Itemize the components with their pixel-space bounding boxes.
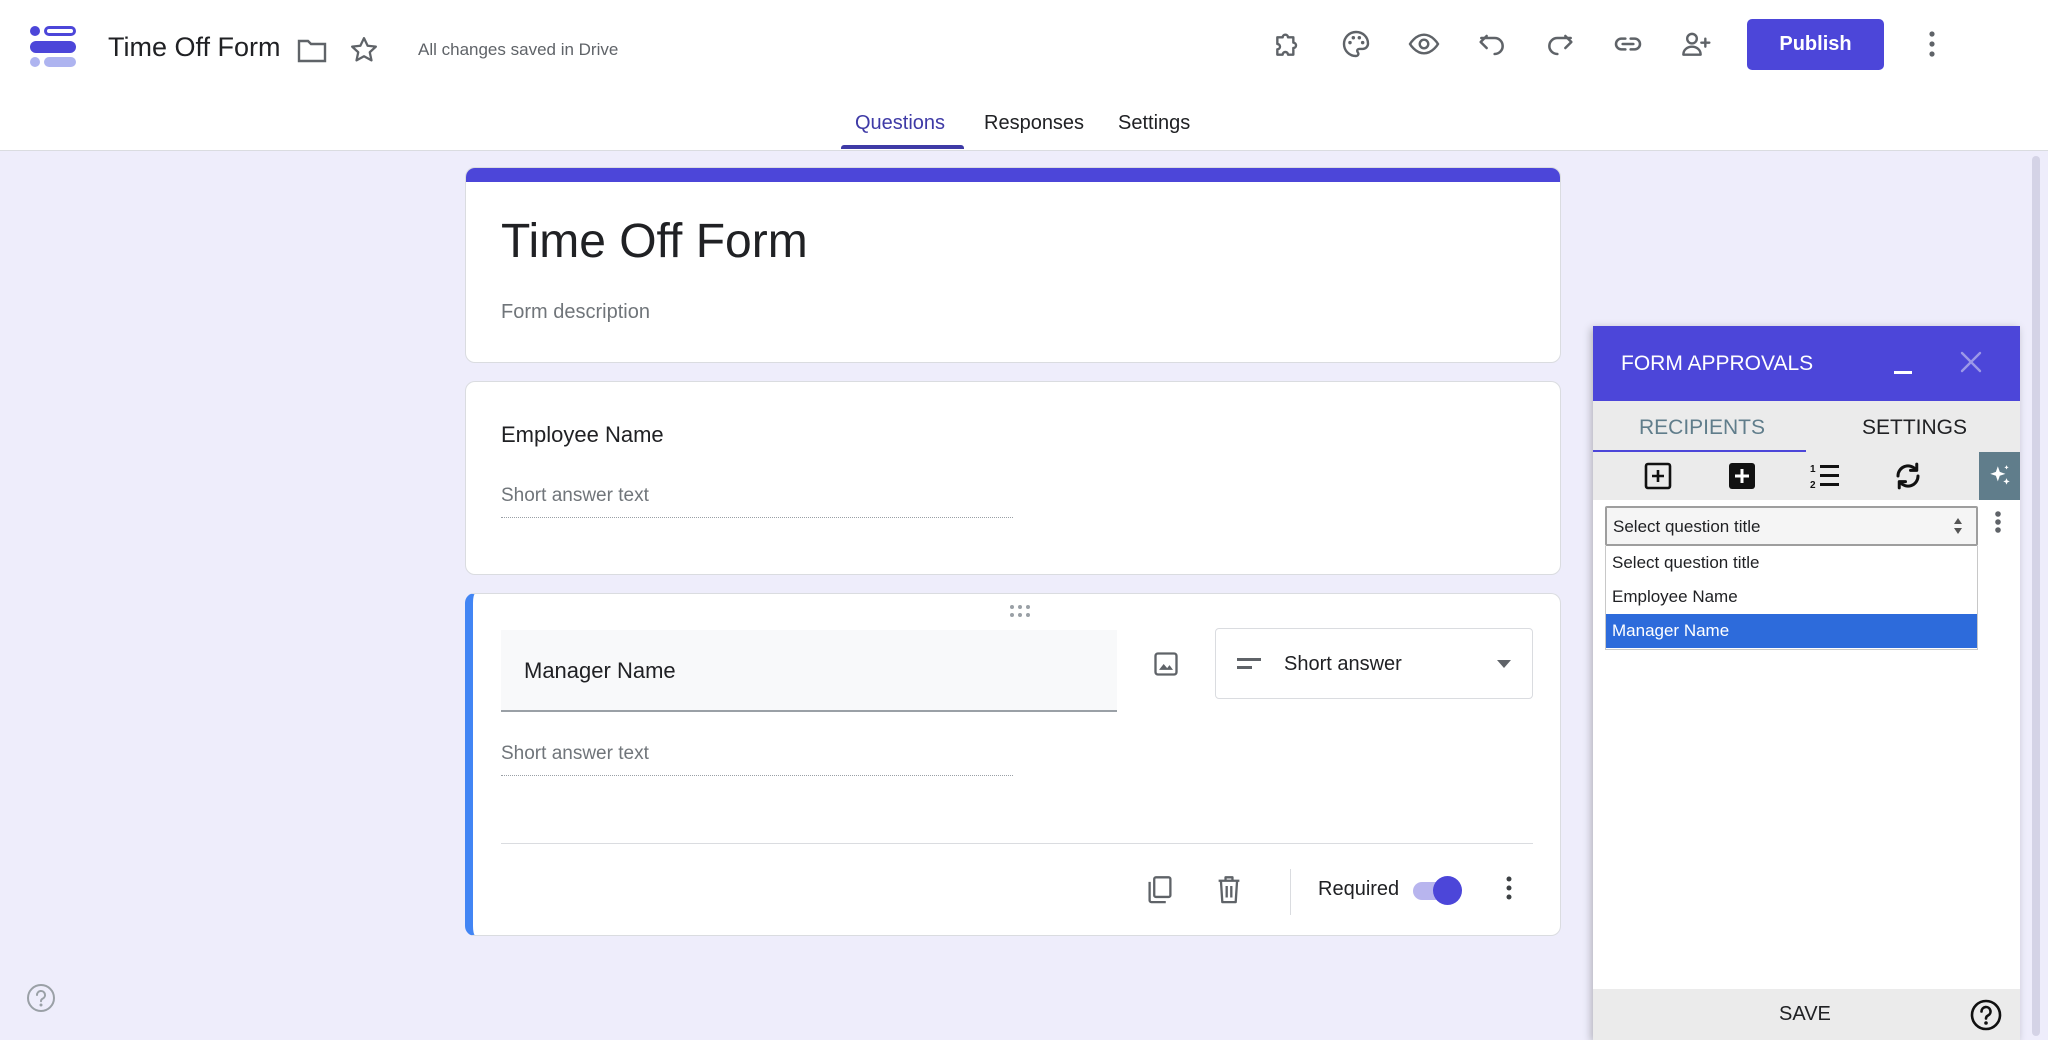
select-value: Select question title bbox=[1613, 517, 1761, 536]
question-type-dropdown[interactable]: Short answer bbox=[1215, 628, 1533, 699]
panel-title: FORM APPROVALS bbox=[1621, 352, 1814, 375]
dropdown-arrow-icon bbox=[1497, 660, 1511, 668]
add-recipient-filled-icon[interactable] bbox=[1725, 459, 1759, 493]
delete-trash-icon[interactable] bbox=[1209, 870, 1249, 910]
panel-footer: SAVE bbox=[1593, 989, 2020, 1040]
short-answer-icon bbox=[1237, 658, 1261, 669]
answer-underline bbox=[501, 775, 1013, 776]
add-recipient-outline-icon[interactable] bbox=[1641, 459, 1675, 493]
answer-placeholder: Short answer text bbox=[501, 485, 649, 506]
answer-placeholder: Short answer text bbox=[501, 743, 649, 764]
tab-questions[interactable]: Questions bbox=[855, 112, 945, 135]
duplicate-icon[interactable] bbox=[1140, 870, 1180, 910]
question-title-input[interactable]: Manager Name bbox=[501, 630, 1117, 712]
select-arrows-icon bbox=[1954, 518, 1962, 534]
form-tabs: Questions Responses Settings bbox=[0, 110, 2048, 150]
footer-divider bbox=[501, 843, 1533, 844]
addons-puzzle-icon[interactable] bbox=[1268, 24, 1308, 64]
undo-icon[interactable] bbox=[1472, 24, 1512, 64]
help-icon[interactable] bbox=[1970, 999, 2002, 1031]
add-image-icon[interactable] bbox=[1146, 644, 1186, 684]
answer-underline bbox=[501, 517, 1013, 518]
svg-text:1: 1 bbox=[1810, 464, 1816, 475]
redo-icon[interactable] bbox=[1540, 24, 1580, 64]
add-collaborator-icon[interactable] bbox=[1676, 24, 1716, 64]
required-toggle[interactable] bbox=[1433, 876, 1462, 905]
question-card-employee-name[interactable]: Employee Name Short answer text bbox=[465, 381, 1561, 575]
close-icon[interactable] bbox=[1951, 342, 1991, 382]
page-scrollbar[interactable] bbox=[2032, 156, 2040, 1036]
panel-tab-recipients[interactable]: RECIPIENTS bbox=[1639, 416, 1765, 440]
publish-button[interactable]: Publish bbox=[1747, 19, 1884, 70]
question-options-list: Select question title Employee Name Mana… bbox=[1605, 546, 1978, 650]
form-approvals-panel: FORM APPROVALS RECIPIENTS SETTINGS 12 Se… bbox=[1593, 326, 2020, 1040]
question-title: Manager Name bbox=[524, 658, 676, 683]
form-title[interactable]: Time Off Form bbox=[501, 214, 808, 269]
panel-tab-settings[interactable]: SETTINGS bbox=[1862, 416, 1967, 440]
accent-bar bbox=[466, 168, 1560, 182]
active-tab-indicator bbox=[841, 145, 964, 149]
star-icon[interactable] bbox=[344, 30, 384, 70]
required-label: Required bbox=[1318, 878, 1400, 900]
question-title[interactable]: Employee Name bbox=[501, 422, 664, 448]
save-button[interactable]: SAVE bbox=[1779, 1003, 1831, 1026]
forms-logo-icon[interactable] bbox=[28, 24, 78, 70]
document-title[interactable]: Time Off Form bbox=[108, 32, 281, 63]
form-description-field[interactable]: Form description bbox=[501, 301, 650, 324]
refresh-icon[interactable] bbox=[1891, 459, 1925, 493]
tab-responses[interactable]: Responses bbox=[984, 112, 1084, 135]
select-more-icon[interactable] bbox=[1987, 508, 2009, 540]
form-title-card[interactable]: Time Off Form Form description bbox=[465, 167, 1561, 363]
footer-vertical-divider bbox=[1290, 869, 1291, 915]
preview-eye-icon[interactable] bbox=[1404, 24, 1444, 64]
svg-text:2: 2 bbox=[1810, 480, 1816, 490]
tab-settings[interactable]: Settings bbox=[1118, 112, 1190, 135]
panel-tabs: RECIPIENTS SETTINGS bbox=[1593, 401, 2020, 452]
drag-handle-icon[interactable] bbox=[1008, 604, 1032, 618]
option-employee-name[interactable]: Employee Name bbox=[1606, 580, 1977, 614]
panel-header: FORM APPROVALS bbox=[1593, 326, 2020, 401]
more-vert-icon[interactable] bbox=[1912, 24, 1952, 64]
ai-sparkle-button[interactable] bbox=[1979, 452, 2020, 500]
app-header: Time Off Form All changes saved in Drive… bbox=[0, 0, 2048, 151]
link-icon[interactable] bbox=[1608, 24, 1648, 64]
panel-toolbar: 12 bbox=[1593, 452, 2020, 500]
option-select-question-title[interactable]: Select question title bbox=[1606, 546, 1977, 580]
palette-icon[interactable] bbox=[1336, 24, 1376, 64]
minimize-icon[interactable] bbox=[1883, 346, 1923, 386]
sparkle-icon bbox=[1989, 465, 2010, 485]
question-type-label: Short answer bbox=[1284, 653, 1402, 675]
option-manager-name[interactable]: Manager Name bbox=[1606, 614, 1977, 648]
save-status: All changes saved in Drive bbox=[418, 40, 619, 59]
numbered-list-icon[interactable]: 12 bbox=[1808, 459, 1842, 493]
question-more-icon[interactable] bbox=[1489, 868, 1529, 908]
help-circle-icon[interactable] bbox=[26, 983, 56, 1013]
folder-icon[interactable] bbox=[292, 30, 332, 70]
question-card-manager-name[interactable]: Manager Name Short answer Short answer t… bbox=[465, 593, 1561, 936]
question-title-select[interactable]: Select question title bbox=[1605, 506, 1978, 546]
